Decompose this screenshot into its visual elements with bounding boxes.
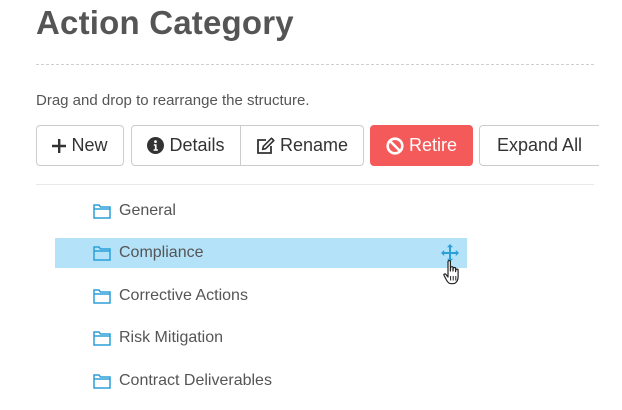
title-divider — [36, 64, 594, 65]
tree-item-label: Compliance — [119, 244, 204, 261]
tree-item-label: Risk Mitigation — [119, 329, 224, 346]
tree-item[interactable]: Corrective Actions — [55, 281, 467, 311]
tree-item[interactable]: General — [55, 196, 467, 226]
rename-button-label: Rename — [279, 135, 349, 155]
expand-all-button[interactable]: Expand All — [479, 125, 599, 166]
retire-button-label: Retire — [408, 135, 457, 155]
expand-all-button-label: Expand All — [497, 135, 583, 155]
instructions-text: Drag and drop to rearrange the structure… — [36, 92, 310, 109]
retire-button[interactable]: Retire — [370, 125, 473, 166]
plus-icon — [52, 138, 67, 153]
folder-icon — [93, 288, 111, 304]
tree-item-label: Corrective Actions — [119, 287, 248, 304]
folder-icon — [93, 245, 111, 261]
ban-icon — [386, 136, 404, 155]
new-button[interactable]: New — [36, 125, 124, 166]
tree-item[interactable]: Risk Mitigation — [55, 323, 467, 353]
toolbar-divider — [36, 184, 594, 185]
action-category-page: Action Category Drag and drop to rearran… — [0, 0, 622, 410]
page-title: Action Category — [36, 4, 294, 41]
folder-icon — [93, 373, 111, 389]
details-button-label: Details — [169, 135, 225, 155]
tree-item-label: Contract Deliverables — [119, 372, 272, 389]
tree-item-label: General — [119, 202, 176, 219]
tree-item-selected[interactable]: Compliance — [55, 238, 467, 268]
folder-icon — [93, 203, 111, 219]
rename-button[interactable]: Rename — [240, 125, 364, 166]
new-button-label: New — [71, 135, 108, 155]
tree-item[interactable]: Contract Deliverables — [55, 366, 467, 396]
info-circle-icon — [147, 137, 165, 154]
details-button[interactable]: Details — [131, 125, 241, 166]
folder-icon — [93, 330, 111, 346]
edit-icon — [256, 136, 275, 155]
hand-pointer-cursor-icon — [442, 259, 462, 287]
